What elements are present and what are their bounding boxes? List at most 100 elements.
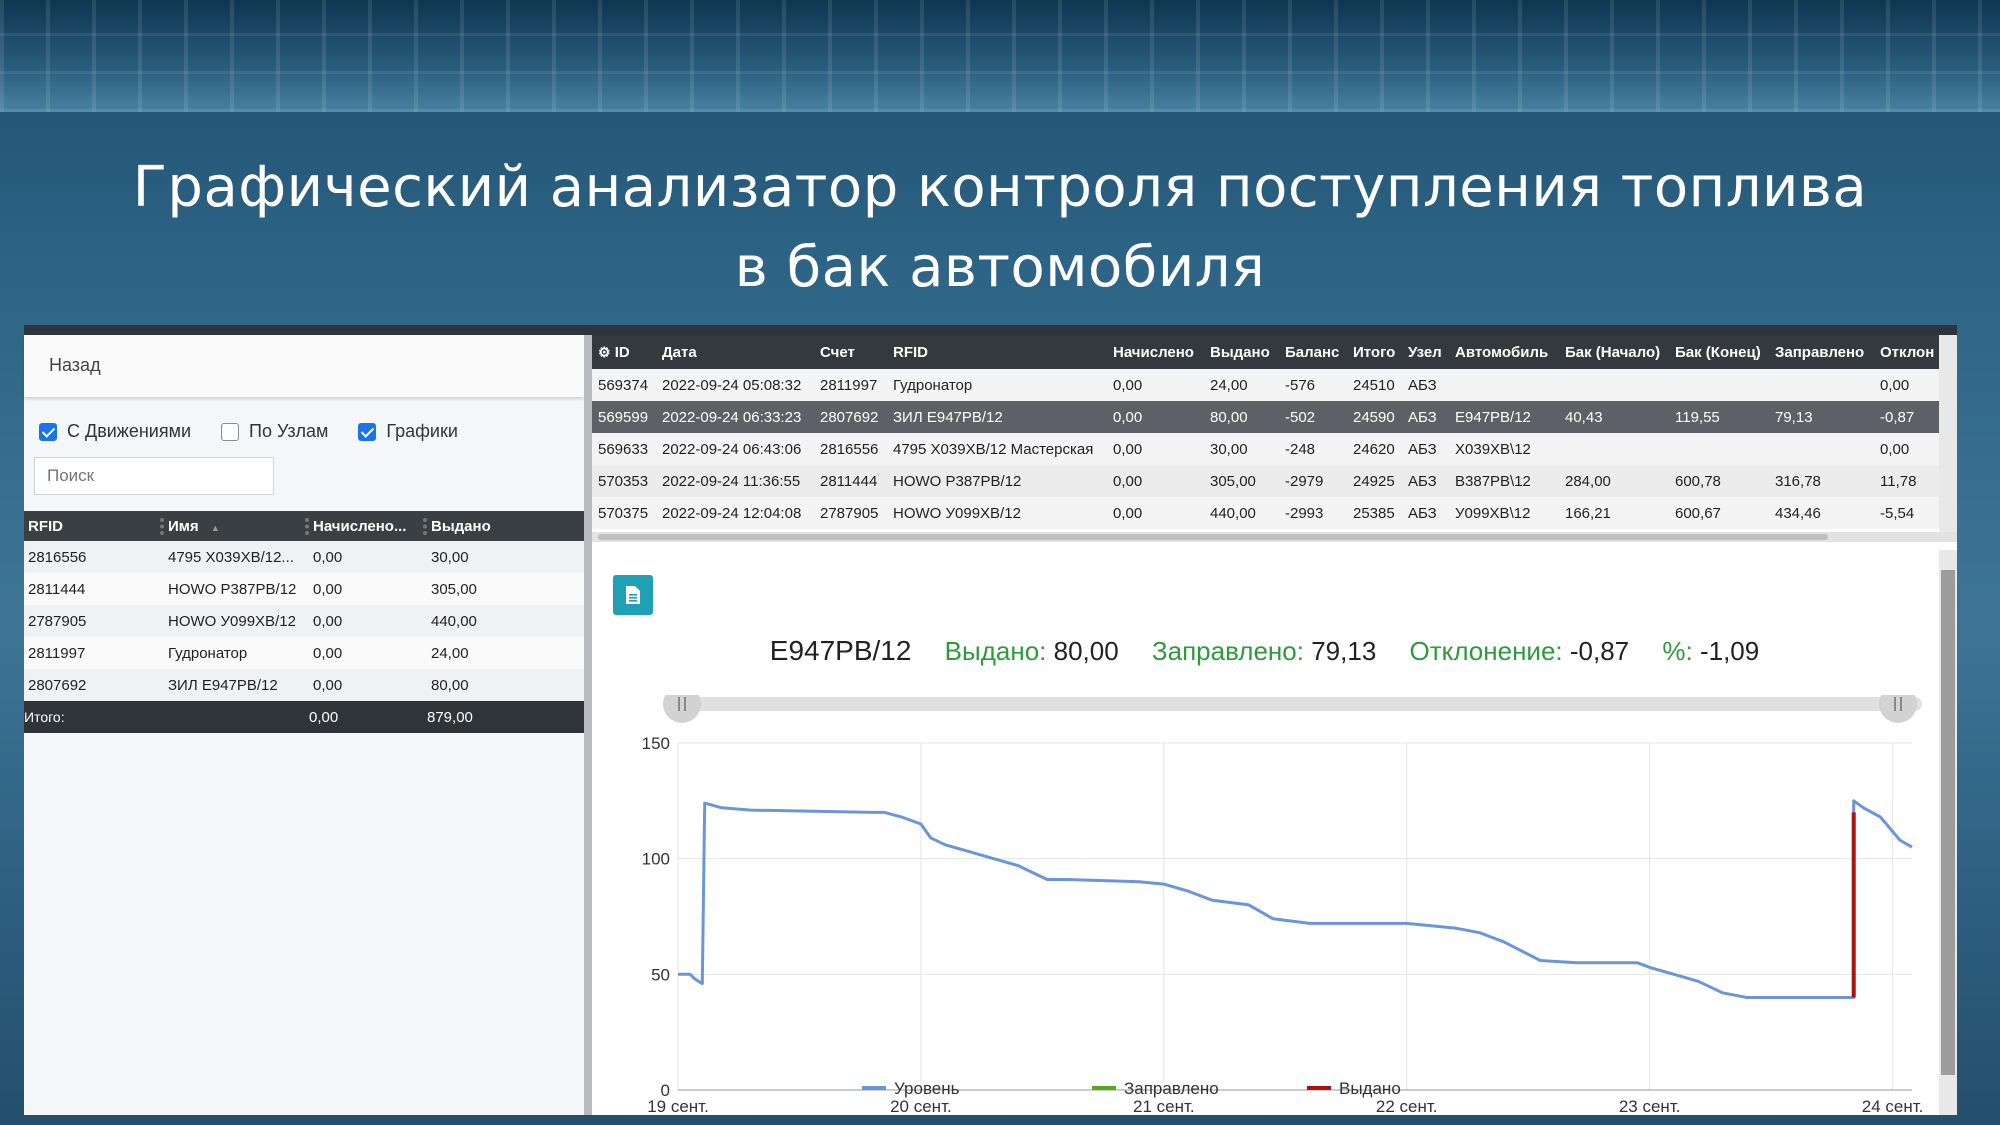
column-header-tank-start[interactable]: Бак (Начало) — [1559, 344, 1669, 361]
column-header-filled[interactable]: Заправлено — [1769, 344, 1874, 361]
column-header-issued[interactable]: Выдано — [1204, 344, 1279, 361]
cell-issued: 80,00 — [1210, 408, 1248, 426]
range-slider-right-handle[interactable] — [1879, 695, 1917, 723]
cell-accrued: 0,00 — [313, 644, 343, 662]
column-header-id[interactable]: ⚙ ID — [592, 344, 656, 361]
cell-rfid: 2816556 — [28, 548, 87, 566]
filled-value: 79,13 — [1311, 636, 1377, 666]
filter-with-movements[interactable]: С Движениями — [39, 421, 191, 442]
column-header-deviation[interactable]: Отклон — [1874, 344, 1934, 361]
range-slider-left-handle[interactable] — [663, 695, 701, 723]
vehicles-table-footer: Итого: 0,00 879,00 — [24, 701, 584, 733]
cell-total: 24620 — [1353, 440, 1395, 458]
legend-label: Выдано — [1339, 1079, 1401, 1098]
table-row[interactable]: 2787905 HOWO У099ХВ/12 0,00 440,00 — [24, 605, 584, 637]
filter-charts-label: Графики — [386, 421, 458, 441]
y-tick-label: 100 — [642, 850, 670, 869]
cell-issued: 30,00 — [431, 548, 469, 566]
column-header-issued[interactable]: Выдано — [427, 518, 584, 535]
legend-item[interactable]: Уровень — [862, 1079, 960, 1098]
cell-issued: 440,00 — [1210, 504, 1256, 522]
column-header-accrued[interactable]: Начислено — [1107, 344, 1204, 361]
search-input[interactable] — [34, 457, 274, 495]
column-header-account[interactable]: Счет — [814, 344, 887, 361]
cell-accrued: 0,00 — [313, 676, 343, 694]
table-row-selected[interactable]: 569599 2022-09-24 06:33:23 2807692 ЗИЛ Е… — [592, 401, 1957, 433]
column-header-date[interactable]: Дата — [656, 344, 814, 361]
transactions-table: ⚙ ID Дата Счет RFID Начислено Выдано Бал… — [592, 335, 1957, 529]
column-header-id-label: ID — [614, 343, 630, 361]
filter-by-nodes[interactable]: По Узлам — [221, 421, 328, 442]
cell-issued: 440,00 — [431, 612, 477, 630]
slide-title: Графический анализатор контроля поступле… — [0, 148, 2000, 308]
range-slider[interactable] — [663, 695, 1922, 723]
column-header-tank-end[interactable]: Бак (Конец) — [1669, 344, 1769, 361]
table-row[interactable]: 570375 2022-09-24 12:04:08 2787905 HOWO … — [592, 497, 1957, 529]
cell-node: АБЗ — [1408, 376, 1437, 394]
issued-label: Выдано: — [944, 636, 1047, 666]
panel-splitter[interactable] — [584, 335, 592, 1115]
table-row[interactable]: 2811997 Гудронатор 0,00 24,00 — [24, 637, 584, 669]
cell-filled: 79,13 — [1775, 408, 1813, 426]
table-horizontal-scrollbar[interactable] — [592, 532, 1957, 542]
cell-accrued: 0,00 — [1113, 376, 1143, 394]
legend-item[interactable]: Заправлено — [1092, 1079, 1219, 1098]
table-row[interactable]: 2807692 ЗИЛ Е947РВ/12 0,00 80,00 — [24, 669, 584, 701]
y-tick-label: 50 — [651, 965, 670, 984]
cell-issued: 30,00 — [1210, 440, 1248, 458]
range-slider-track[interactable] — [678, 697, 1922, 711]
column-header-node[interactable]: Узел — [1402, 344, 1449, 361]
column-header-rfid[interactable]: RFID — [24, 517, 164, 535]
export-document-button[interactable] — [613, 575, 653, 615]
settings-gear-icon[interactable]: ⚙ — [598, 344, 611, 360]
column-header-rfid[interactable]: RFID — [887, 344, 1107, 361]
column-header-vehicle[interactable]: Автомобиль — [1449, 344, 1559, 361]
table-vertical-scrollbar[interactable] — [1939, 335, 1957, 532]
table-row[interactable]: 569374 2022-09-24 05:08:32 2811997 Гудро… — [592, 369, 1957, 401]
column-header-accrued[interactable]: Начислено... — [309, 517, 427, 535]
cell-node: АБЗ — [1408, 472, 1437, 490]
cell-name: Гудронатор — [168, 644, 248, 662]
cell-tank-start: 166,21 — [1565, 504, 1611, 522]
cell-tank-start: 284,00 — [1565, 472, 1611, 490]
cell-deviation: -5,54 — [1880, 504, 1915, 522]
cell-balance: -576 — [1285, 376, 1316, 394]
scrollbar-thumb[interactable] — [598, 534, 1828, 540]
cell-vehicle: В387РВ\12 — [1455, 472, 1531, 490]
checkbox-charts[interactable] — [358, 422, 377, 441]
table-row[interactable]: 2811444 HOWO Р387РВ/12 0,00 305,00 — [24, 573, 584, 605]
series-line-0 — [678, 799, 1913, 999]
cell-accrued: 0,00 — [313, 612, 343, 630]
y-tick-label: 150 — [642, 734, 670, 753]
deviation-label: Отклонение: — [1409, 636, 1563, 666]
legend-label: Заправлено — [1124, 1079, 1219, 1098]
column-header-balance[interactable]: Баланс — [1279, 344, 1347, 361]
cell-deviation: 0,00 — [1880, 376, 1910, 394]
column-header-total[interactable]: Итого — [1347, 344, 1402, 361]
filter-by-nodes-label: По Узлам — [249, 421, 329, 441]
column-header-name[interactable]: Имя ▲ — [164, 517, 309, 535]
cell-tank-start: 40,43 — [1565, 408, 1603, 426]
app-window: Назад С Движениями По Узлам Графики RFID… — [24, 325, 1957, 1115]
filter-charts[interactable]: Графики — [358, 421, 458, 442]
cell-name: ЗИЛ Е947РВ/12 — [168, 676, 278, 694]
cell-rfid: 2787905 — [28, 612, 87, 630]
vehicles-table: RFID Имя ▲ Начислено... Выдано 2816556 4… — [24, 511, 584, 733]
table-row[interactable]: 2816556 4795 Х039ХВ/12... 0,00 30,00 — [24, 541, 584, 573]
cell-issued: 305,00 — [1210, 472, 1256, 490]
cell-deviation: -0,87 — [1880, 408, 1915, 426]
table-row[interactable]: 570353 2022-09-24 11:36:55 2811444 HOWO … — [592, 465, 1957, 497]
table-row[interactable]: 569633 2022-09-24 06:43:06 2816556 4795 … — [592, 433, 1957, 465]
cell-date: 2022-09-24 12:04:08 — [662, 504, 802, 522]
cell-accrued: 0,00 — [1113, 504, 1143, 522]
cell-accrued: 0,00 — [1113, 408, 1143, 426]
cell-account: 2787905 — [820, 504, 879, 522]
filled-label: Заправлено: — [1151, 636, 1304, 666]
checkbox-with-movements[interactable] — [39, 422, 57, 441]
back-button[interactable]: Назад — [49, 355, 101, 376]
scrollbar-thumb[interactable] — [1941, 570, 1955, 1075]
checkbox-by-nodes[interactable] — [221, 422, 240, 441]
legend-item[interactable]: Выдано — [1307, 1079, 1401, 1098]
cell-deviation: 0,00 — [1880, 440, 1910, 458]
chart-vertical-scrollbar[interactable] — [1939, 550, 1957, 1115]
